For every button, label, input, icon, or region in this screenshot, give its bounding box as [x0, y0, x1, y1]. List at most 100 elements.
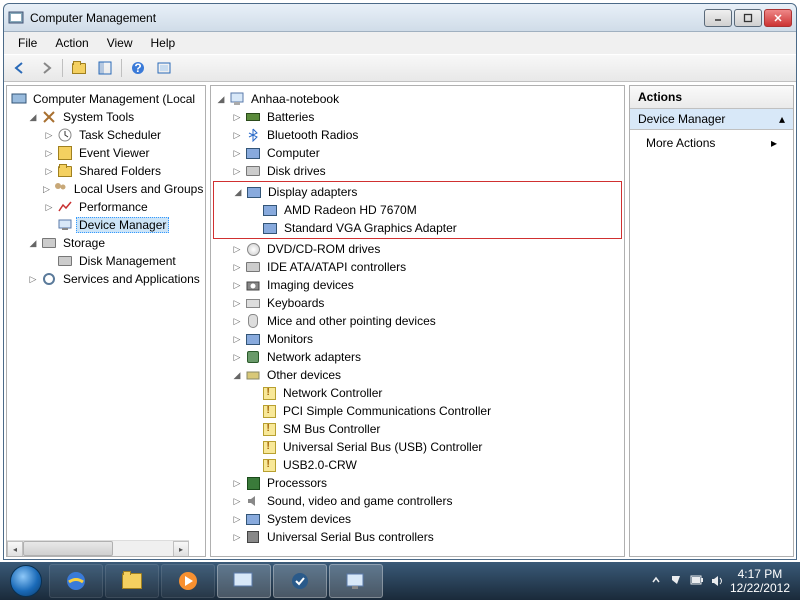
- tree-disk-management[interactable]: Disk Management: [9, 252, 203, 270]
- close-button[interactable]: [764, 9, 792, 27]
- device-dvd[interactable]: ▷DVD/CD-ROM drives: [213, 240, 622, 258]
- taskbar-media-player[interactable]: [161, 564, 215, 598]
- expand-icon[interactable]: ▷: [43, 129, 55, 141]
- forward-button[interactable]: [34, 57, 58, 79]
- show-hidden-icons[interactable]: [650, 574, 664, 588]
- device-usb-bus[interactable]: ▷ Universal Serial Bus controllers: [213, 528, 622, 546]
- minimize-button[interactable]: [704, 9, 732, 27]
- tree-task-scheduler[interactable]: ▷ Task Scheduler: [9, 126, 203, 144]
- expand-icon[interactable]: ▷: [231, 477, 243, 489]
- menu-help[interactable]: Help: [143, 34, 184, 52]
- tree-event-viewer[interactable]: ▷ Event Viewer: [9, 144, 203, 162]
- device-processors[interactable]: ▷Processors: [213, 474, 622, 492]
- expand-icon[interactable]: ▷: [231, 495, 243, 507]
- expand-icon[interactable]: ▷: [231, 261, 243, 273]
- expand-icon[interactable]: ▷: [43, 147, 55, 159]
- tree-system-tools[interactable]: ◢ System Tools: [9, 108, 203, 126]
- collapse-icon[interactable]: ◢: [27, 237, 39, 249]
- taskbar-app-2[interactable]: [273, 564, 327, 598]
- device-amd-radeon[interactable]: AMD Radeon HD 7670M: [214, 201, 621, 219]
- maximize-button[interactable]: [734, 9, 762, 27]
- expand-icon[interactable]: ▷: [231, 279, 243, 291]
- expand-icon[interactable]: ▷: [231, 351, 243, 363]
- expand-icon[interactable]: ▷: [231, 315, 243, 327]
- device-root[interactable]: ◢ Anhaa-notebook: [213, 90, 622, 108]
- taskbar-app-3[interactable]: [329, 564, 383, 598]
- expand-icon[interactable]: ▷: [231, 165, 243, 177]
- device-keyboards[interactable]: ▷Keyboards: [213, 294, 622, 312]
- device-sm-bus[interactable]: SM Bus Controller: [213, 420, 622, 438]
- menu-view[interactable]: View: [99, 34, 141, 52]
- expand-icon[interactable]: ▷: [231, 531, 243, 543]
- scroll-track[interactable]: [23, 541, 173, 556]
- tree-storage[interactable]: ◢ Storage: [9, 234, 203, 252]
- horizontal-scrollbar[interactable]: ◂ ▸: [7, 540, 189, 556]
- more-actions-link[interactable]: More Actions ▸: [630, 130, 793, 156]
- device-network[interactable]: ▷Network adapters: [213, 348, 622, 366]
- collapse-icon[interactable]: ◢: [231, 369, 243, 381]
- tree-root[interactable]: Computer Management (Local: [9, 90, 203, 108]
- tree-device-manager[interactable]: Device Manager: [9, 216, 203, 234]
- device-batteries[interactable]: ▷ Batteries: [213, 108, 622, 126]
- device-disk-drives[interactable]: ▷Disk drives: [213, 162, 622, 180]
- tree-local-users[interactable]: ▷ Local Users and Groups: [9, 180, 203, 198]
- back-button[interactable]: [8, 57, 32, 79]
- menu-file[interactable]: File: [10, 34, 45, 52]
- expand-icon[interactable]: ▷: [231, 111, 243, 123]
- show-hide-tree-button[interactable]: [67, 57, 91, 79]
- device-mice[interactable]: ▷Mice and other pointing devices: [213, 312, 622, 330]
- tree-services-apps[interactable]: ▷ Services and Applications: [9, 270, 203, 288]
- expand-icon[interactable]: ▷: [231, 297, 243, 309]
- scroll-right-button[interactable]: ▸: [173, 541, 189, 557]
- device-ide[interactable]: ▷IDE ATA/ATAPI controllers: [213, 258, 622, 276]
- device-other[interactable]: ◢Other devices: [213, 366, 622, 384]
- scroll-left-button[interactable]: ◂: [7, 541, 23, 557]
- device-sound[interactable]: ▷Sound, video and game controllers: [213, 492, 622, 510]
- volume-icon[interactable]: [710, 574, 724, 588]
- expand-icon[interactable]: ▷: [231, 147, 243, 159]
- device-computer[interactable]: ▷Computer: [213, 144, 622, 162]
- expand-icon[interactable]: ▷: [231, 129, 243, 141]
- power-icon[interactable]: [690, 574, 704, 588]
- collapse-icon[interactable]: ▴: [779, 112, 785, 126]
- menu-action[interactable]: Action: [47, 34, 96, 52]
- device-standard-vga[interactable]: Standard VGA Graphics Adapter: [214, 219, 621, 237]
- device-usb-controller[interactable]: Universal Serial Bus (USB) Controller: [213, 438, 622, 456]
- expand-icon[interactable]: ▷: [231, 333, 243, 345]
- properties-button[interactable]: [93, 57, 117, 79]
- device-imaging[interactable]: ▷Imaging devices: [213, 276, 622, 294]
- device-display-adapters[interactable]: ◢Display adapters: [214, 183, 621, 201]
- action-center-icon[interactable]: [670, 574, 684, 588]
- tree-performance[interactable]: ▷ Performance: [9, 198, 203, 216]
- action-button[interactable]: [152, 57, 176, 79]
- expand-icon[interactable]: ▷: [27, 273, 39, 285]
- help-button[interactable]: ?: [126, 57, 150, 79]
- expand-icon[interactable]: ▷: [231, 513, 243, 525]
- device-bluetooth[interactable]: ▷Bluetooth Radios: [213, 126, 622, 144]
- collapse-icon[interactable]: ◢: [27, 111, 39, 123]
- collapse-icon[interactable]: ◢: [215, 93, 227, 105]
- tree-label: Batteries: [264, 109, 317, 125]
- taskbar-app-1[interactable]: [217, 564, 271, 598]
- scroll-thumb[interactable]: [23, 541, 113, 556]
- device-monitors[interactable]: ▷Monitors: [213, 330, 622, 348]
- tree-label: Universal Serial Bus controllers: [264, 529, 437, 545]
- device-net-controller[interactable]: Network Controller: [213, 384, 622, 402]
- device-system[interactable]: ▷System devices: [213, 510, 622, 528]
- taskbar-ie[interactable]: [49, 564, 103, 598]
- spacer: [248, 204, 260, 216]
- device-manager-icon: [57, 217, 73, 233]
- start-button[interactable]: [4, 564, 48, 598]
- expand-icon[interactable]: ▷: [43, 201, 55, 213]
- expand-icon[interactable]: ▷: [231, 243, 243, 255]
- expand-icon[interactable]: ▷: [43, 183, 50, 195]
- expand-icon[interactable]: ▷: [43, 165, 55, 177]
- clock[interactable]: 4:17 PM 12/22/2012: [730, 567, 790, 596]
- taskbar-explorer[interactable]: [105, 564, 159, 598]
- device-pci-comm[interactable]: PCI Simple Communications Controller: [213, 402, 622, 420]
- tree-shared-folders[interactable]: ▷ Shared Folders: [9, 162, 203, 180]
- collapse-icon[interactable]: ◢: [232, 186, 244, 198]
- svg-text:?: ?: [134, 61, 141, 75]
- device-usb2-crw[interactable]: USB2.0-CRW: [213, 456, 622, 474]
- actions-section[interactable]: Device Manager ▴: [630, 109, 793, 130]
